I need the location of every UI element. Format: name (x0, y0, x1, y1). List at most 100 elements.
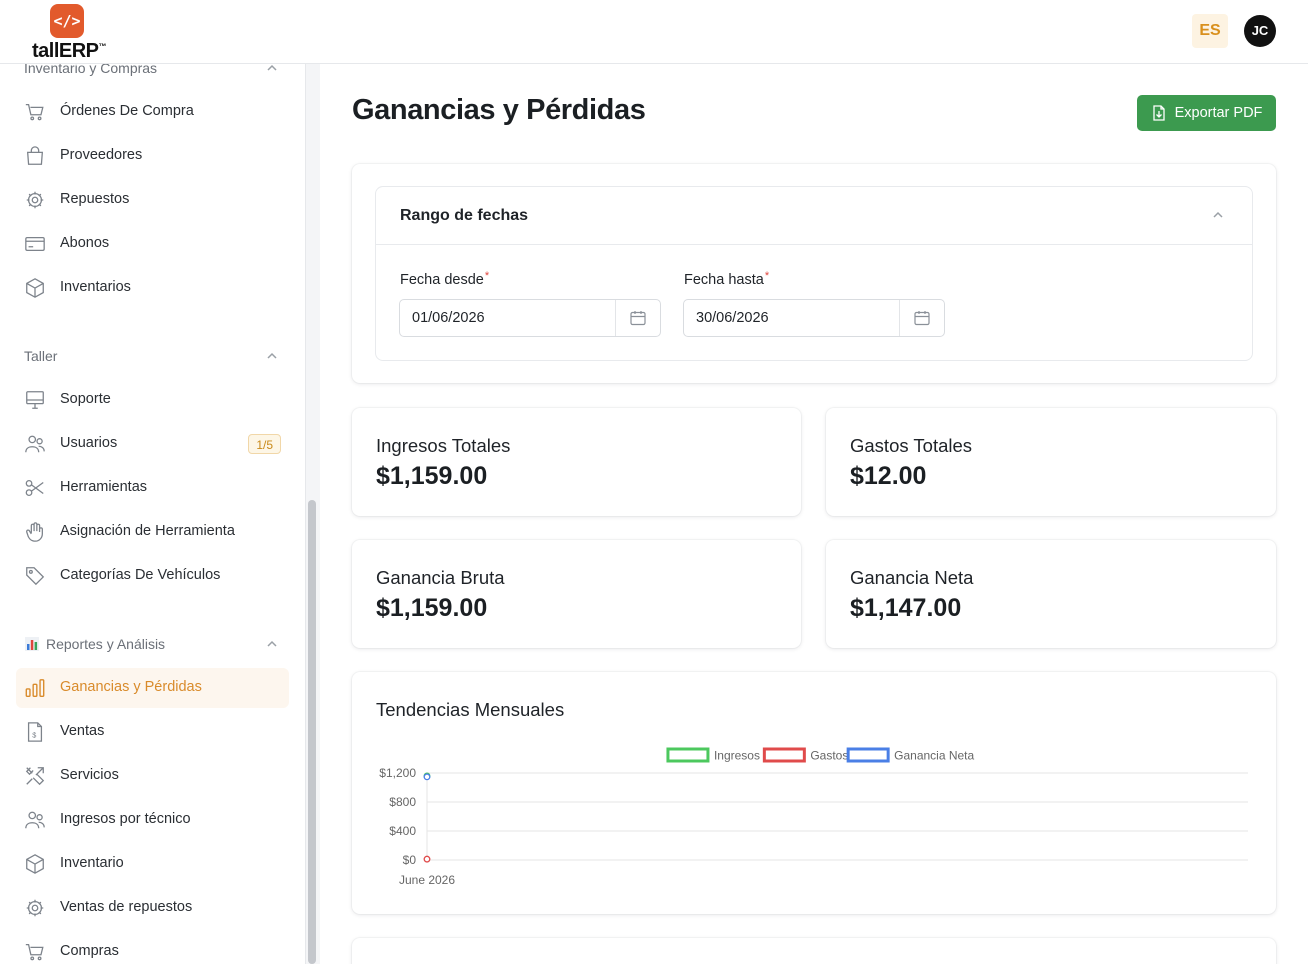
svg-text:$: $ (32, 731, 36, 740)
chart-card: Tendencias Mensuales Ingresos Gastos Ganan… (352, 672, 1276, 914)
date-range-card: Rango de fechas Fecha desde* Fecha hasta… (352, 164, 1276, 383)
stat-card-ingresos: Ingresos Totales $1,159.00 (352, 408, 801, 516)
from-date-input[interactable] (400, 300, 616, 336)
date-range-title: Rango de fechas (400, 207, 529, 224)
sidebar-scrollbar[interactable] (308, 500, 316, 964)
box-icon (26, 854, 44, 874)
divider (376, 244, 1252, 245)
legend-swatch (666, 747, 710, 763)
calendar-icon[interactable] (629, 309, 647, 327)
stat-card-ganancia-bruta: Ganancia Bruta $1,159.00 (352, 540, 801, 648)
code-icon: </> (50, 4, 84, 38)
stat-label: Ingresos Totales (376, 435, 511, 456)
sidebar-item-proveedores[interactable]: Proveedores (16, 136, 289, 176)
legend-swatch (762, 747, 806, 763)
legend-label: Ingresos (714, 749, 760, 763)
sidebar-item-repuestos[interactable]: Repuestos (16, 180, 289, 220)
data-point-gastos (423, 855, 431, 863)
to-date-field (683, 299, 945, 337)
sidebar-item-inventario[interactable]: Inventario (16, 844, 289, 884)
sidebar-item-usuarios[interactable]: Usuarios 1/5 (16, 424, 289, 464)
to-date-label: Fecha hasta* (684, 270, 770, 288)
sidebar-item-asignacion-herramienta[interactable]: Asignación de Herramienta (16, 512, 289, 552)
stat-value: $12.00 (850, 462, 927, 490)
logo-text: tallERP™ (32, 40, 107, 62)
box-icon (26, 278, 44, 298)
chevron-up-icon[interactable] (1212, 209, 1224, 221)
sidebar-item-abonos[interactable]: Abonos (16, 224, 289, 264)
user-count-badge: 1/5 (248, 434, 281, 454)
next-card (352, 938, 1276, 964)
bar-chart-emoji-icon (25, 637, 39, 651)
section-title: Taller (24, 348, 58, 364)
bar-chart-icon (25, 679, 45, 697)
credit-card-icon (25, 236, 45, 252)
from-date-label: Fecha desde* (400, 270, 490, 288)
tools-icon (25, 767, 45, 786)
sidebar-item-herramientas[interactable]: Herramientas (16, 468, 289, 508)
sidebar-item-ventas-repuestos[interactable]: Ventas de repuestos (16, 888, 289, 928)
user-avatar[interactable]: JC (1244, 15, 1276, 47)
stat-label: Ganancia Bruta (376, 567, 505, 588)
y-tick-label: $400 (389, 824, 416, 838)
sidebar-item-servicios[interactable]: Servicios (16, 756, 289, 796)
section-header-inventario[interactable]: Inventario y Compras (24, 64, 282, 80)
y-tick-label: $1,200 (379, 766, 416, 780)
section-title: Inventario y Compras (24, 64, 158, 76)
legend-swatch (846, 747, 890, 763)
tag-icon (26, 567, 45, 586)
section-title: Reportes y Análisis (46, 636, 166, 652)
language-button[interactable]: ES (1192, 14, 1228, 48)
file-download-icon (1152, 105, 1165, 121)
users-icon (25, 811, 45, 829)
stat-label: Ganancia Neta (850, 567, 974, 588)
chevron-up-icon (267, 352, 277, 359)
app-logo[interactable]: </> tallERP™ (30, 3, 120, 62)
page-title: Ganancias y Pérdidas (352, 94, 646, 126)
y-tick-label: $800 (389, 795, 416, 809)
stat-value: $1,159.00 (376, 462, 488, 490)
monthly-trends-chart: Ingresos Gastos Ganancia Neta $1,200 $800 $40… (379, 747, 1248, 887)
legend-label: Ganancia Neta (894, 749, 974, 763)
cart-icon (25, 104, 44, 121)
top-bar: </> tallERP™ ES JC (0, 0, 1308, 64)
sidebar-item-ganancias-perdidas[interactable]: Ganancias y Pérdidas (16, 668, 289, 708)
chevron-up-icon (267, 64, 277, 71)
export-pdf-button[interactable]: Exportar PDF (1137, 95, 1276, 131)
chevron-up-icon (267, 640, 277, 647)
sidebar-item-compras[interactable]: Compras (16, 932, 289, 964)
hand-icon (26, 522, 43, 542)
gear-icon (26, 191, 44, 209)
sidebar-item-ordenes-compra[interactable]: Órdenes De Compra (16, 92, 289, 132)
from-date-field (399, 299, 661, 337)
stat-label: Gastos Totales (850, 435, 973, 456)
legend-label: Gastos (810, 749, 848, 763)
stat-value: $1,147.00 (850, 594, 962, 622)
invoice-icon: $ (27, 722, 43, 742)
date-range-panel: Rango de fechas Fecha desde* Fecha hasta… (375, 186, 1253, 361)
shopping-bag-icon (26, 146, 44, 165)
sidebar-item-categorias-vehiculos[interactable]: Categorías De Vehículos (16, 556, 289, 596)
sidebar-item-inventarios[interactable]: Inventarios (16, 268, 289, 308)
gear-icon (26, 899, 44, 917)
section-header-reportes[interactable]: Reportes y Análisis (24, 632, 282, 656)
sidebar-item-ingresos-tecnico[interactable]: Ingresos por técnico (16, 800, 289, 840)
monitor-icon (26, 391, 44, 409)
to-date-input[interactable] (684, 300, 900, 336)
section-header-taller[interactable]: Taller (24, 344, 282, 368)
data-point-ganancia-neta (423, 773, 431, 781)
sidebar-item-soporte[interactable]: Soporte (16, 380, 289, 420)
sidebar-item-ventas[interactable]: $ Ventas (16, 712, 289, 752)
scissors-icon (25, 480, 44, 496)
stat-value: $1,159.00 (376, 594, 488, 622)
calendar-icon[interactable] (913, 309, 931, 327)
stat-card-gastos: Gastos Totales $12.00 (826, 408, 1276, 516)
chart-title: Tendencias Mensuales (376, 699, 565, 720)
x-tick-label: June 2026 (399, 873, 455, 887)
y-tick-label: $0 (403, 853, 417, 867)
users-icon (25, 435, 45, 453)
stat-card-ganancia-neta: Ganancia Neta $1,147.00 (826, 540, 1276, 648)
sidebar: Inventario y Compras Órdenes De Compra P… (0, 64, 306, 964)
cart-icon (25, 944, 44, 961)
main-content: Ganancias y Pérdidas Exportar PDF Rango … (320, 64, 1308, 964)
